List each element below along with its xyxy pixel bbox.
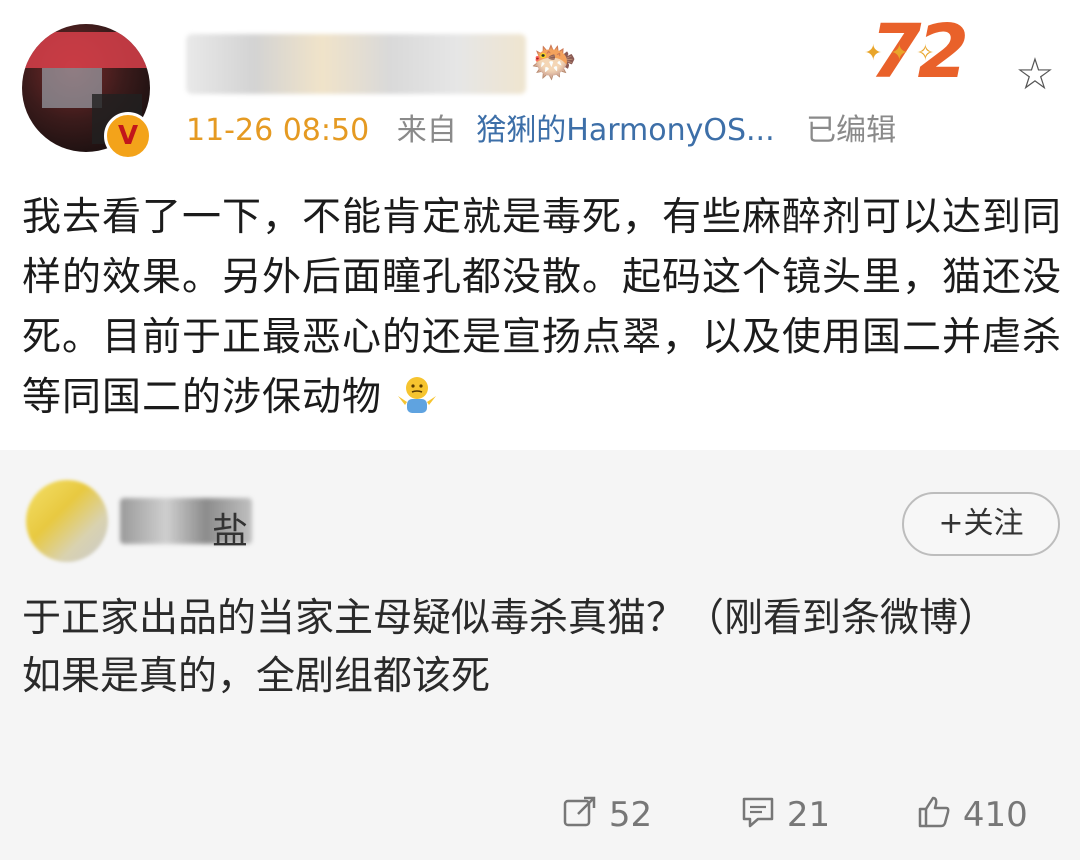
source-link[interactable]: 猞猁的HarmonyOS...	[476, 113, 774, 148]
reply-line: 如果是真的，全剧组都该死	[22, 654, 491, 699]
from-label: 来自	[396, 113, 457, 148]
reply-line: 于正家出品的当家主母疑似毒杀真猫？（刚看到条微博）	[22, 596, 998, 641]
thumbs-up-icon	[918, 796, 950, 828]
post-meta: 11-26 08:50 来自 猞猁的HarmonyOS... 已编辑	[186, 108, 896, 154]
post-body: 我去看了一下，不能肯定就是毒死，有些麻醉剂可以达到同样的效果。另外后面瞳孔都没散…	[22, 188, 1062, 428]
reply-avatar[interactable]	[26, 480, 108, 562]
fish-badge-icon: 🐡	[530, 40, 578, 84]
repost-icon	[563, 796, 596, 827]
quoted-reply: 盐 +关注 于正家出品的当家主母疑似毒杀真猫？（刚看到条微博） 如果是真的，全剧…	[0, 450, 1080, 860]
edited-label: 已编辑	[806, 113, 897, 148]
post-text: 我去看了一下，不能肯定就是毒死，有些麻醉剂可以达到同样的效果。另外后面瞳孔都没散…	[22, 195, 1063, 420]
spark-icon: ✦ ✦ ✧	[864, 41, 935, 66]
like-button[interactable]: 410	[916, 790, 1028, 840]
follow-button[interactable]: +关注	[902, 492, 1060, 556]
like-count: 410	[962, 795, 1028, 835]
anniversary-badge: ✦ ✦ ✧ 72	[864, 4, 1000, 100]
favorite-star-icon[interactable]: ☆	[1010, 50, 1060, 100]
comment-icon	[742, 797, 774, 828]
reply-name-char: 盐	[212, 511, 249, 552]
comment-count: 21	[786, 795, 831, 835]
author-name-blurred[interactable]	[186, 34, 526, 94]
reply-body: 于正家出品的当家主母疑似毒杀真猫？（刚看到条微博） 如果是真的，全剧组都该死	[22, 590, 1062, 706]
action-bar: 52 21 410	[0, 790, 1080, 840]
repost-button[interactable]: 52	[562, 790, 652, 840]
post-time: 11-26 08:50	[186, 113, 370, 148]
comment-button[interactable]: 21	[740, 790, 830, 840]
shrug-emoji-icon	[398, 377, 437, 413]
weibo-post: V 🐡 ✦ ✦ ✧ 72 ☆ 11-26 08:50 来自 猞猁的Harmony…	[0, 0, 1080, 450]
verified-badge-icon: V	[104, 112, 152, 160]
repost-count: 52	[608, 795, 653, 835]
